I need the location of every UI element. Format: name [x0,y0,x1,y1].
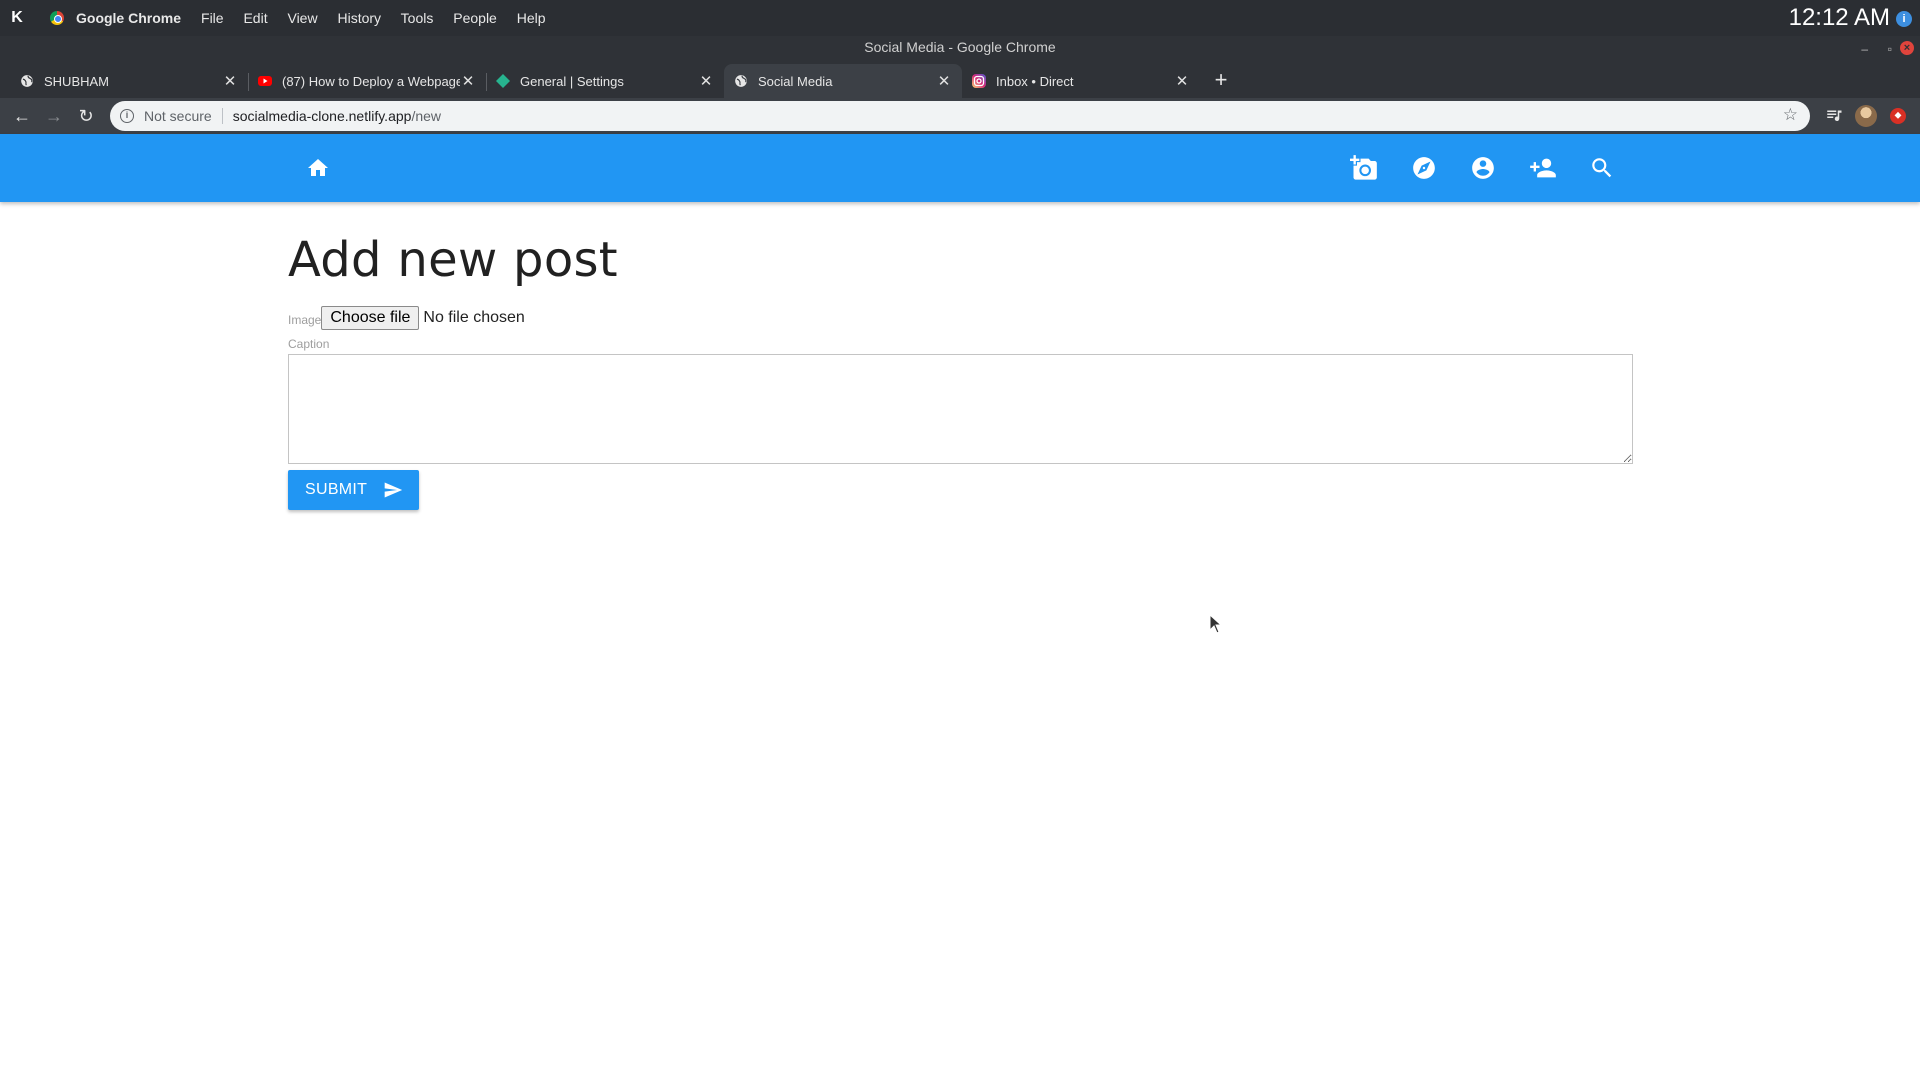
tab-label: Social Media [758,73,833,89]
app-menu: File Edit View History Tools People Help [201,10,562,26]
account-circle-icon[interactable] [1469,154,1497,182]
media-control-icon[interactable] [1825,106,1843,129]
send-icon [384,482,403,498]
maximize-icon[interactable]: ▫ [1888,38,1892,60]
instagram-icon [972,74,986,88]
tab-shubham[interactable]: SHUBHAM ✕ [10,64,248,98]
forward-icon[interactable]: → [38,106,70,127]
page-title: Add new post [288,232,618,288]
url-path: /new [411,108,442,124]
back-icon[interactable]: ← [6,106,38,127]
chrome-icon [50,11,64,25]
image-label: Image [288,313,322,327]
active-app-name: Google Chrome [76,10,182,26]
tab-close-icon[interactable]: ✕ [936,72,952,90]
address-bar[interactable]: i Not secure socialmedia-clone.netlify.a… [110,101,1810,131]
menu-edit[interactable]: Edit [243,10,267,26]
menu-history[interactable]: History [337,10,381,26]
home-icon[interactable] [304,154,332,182]
file-status: No file chosen [423,309,525,326]
site-info-icon[interactable]: i [120,109,134,123]
globe-icon [20,74,34,88]
tab-close-icon[interactable]: ✕ [460,72,476,90]
caption-textarea[interactable] [288,354,1633,464]
tab-label: (87) How to Deploy a Webpage [282,73,460,89]
app-header [0,134,1920,202]
mouse-cursor-icon [1209,613,1223,639]
tab-youtube[interactable]: (87) How to Deploy a Webpage ✕ [248,64,486,98]
new-post-form: Add new post Image Choose file No file c… [288,232,1633,510]
url-host: socialmedia-clone.netlify.app [232,108,412,124]
choose-file-button[interactable]: Choose file [321,306,420,330]
search-icon[interactable] [1588,154,1616,182]
window-title: Social Media - Google Chrome [864,39,1056,55]
add-a-photo-icon[interactable] [1350,154,1378,182]
tab-label: SHUBHAM [44,73,110,89]
menu-people[interactable]: People [453,10,497,26]
address-separator [221,108,223,124]
tab-instagram-inbox[interactable]: Inbox • Direct ✕ [962,64,1200,98]
caption-label: Caption [288,337,330,351]
minimize-icon[interactable]: – [1861,38,1868,60]
diamond-icon [496,74,510,88]
person-add-icon[interactable] [1529,154,1557,182]
menu-file[interactable]: File [201,10,224,26]
tab-label: Inbox • Direct [996,73,1074,89]
new-tab-button[interactable]: + [1206,64,1236,98]
tab-general-settings[interactable]: General | Settings ✕ [486,64,724,98]
kde-launcher-icon[interactable]: K [4,9,30,27]
tab-strip: SHUBHAM ✕ (87) How to Deploy a Webpage ✕… [0,60,1920,98]
image-field: Image Choose file No file chosen [288,306,1632,330]
tab-close-icon[interactable]: ✕ [222,72,238,90]
globe-icon [734,74,748,88]
tab-label: General | Settings [520,73,624,89]
extension-icon[interactable]: ⬥ [1890,108,1906,124]
system-clock[interactable]: 12:12 AM [1789,4,1890,32]
menu-view[interactable]: View [287,10,317,26]
submit-label: SUBMIT [305,481,368,498]
bookmark-star-icon[interactable]: ☆ [1783,105,1798,125]
tab-close-icon[interactable]: ✕ [1174,72,1190,90]
security-label[interactable]: Not secure [144,108,212,124]
menu-help[interactable]: Help [517,10,546,26]
profile-avatar[interactable] [1855,105,1877,127]
youtube-icon [258,74,272,88]
notification-icon[interactable]: i [1896,11,1912,27]
window-close-icon[interactable]: × [1900,41,1914,55]
explore-icon[interactable] [1410,154,1438,182]
tab-close-icon[interactable]: ✕ [698,72,714,90]
system-top-bar: K Google Chrome File Edit View History T… [0,0,1920,36]
browser-toolbar: ← → ↻ i Not secure socialmedia-clone.net… [0,98,1920,134]
tab-social-media[interactable]: Social Media ✕ [724,64,962,98]
menu-tools[interactable]: Tools [401,10,434,26]
submit-button[interactable]: SUBMIT [288,470,419,510]
window-title-bar: Social Media - Google Chrome – ▫ × [0,36,1920,60]
reload-icon[interactable]: ↻ [70,106,102,127]
